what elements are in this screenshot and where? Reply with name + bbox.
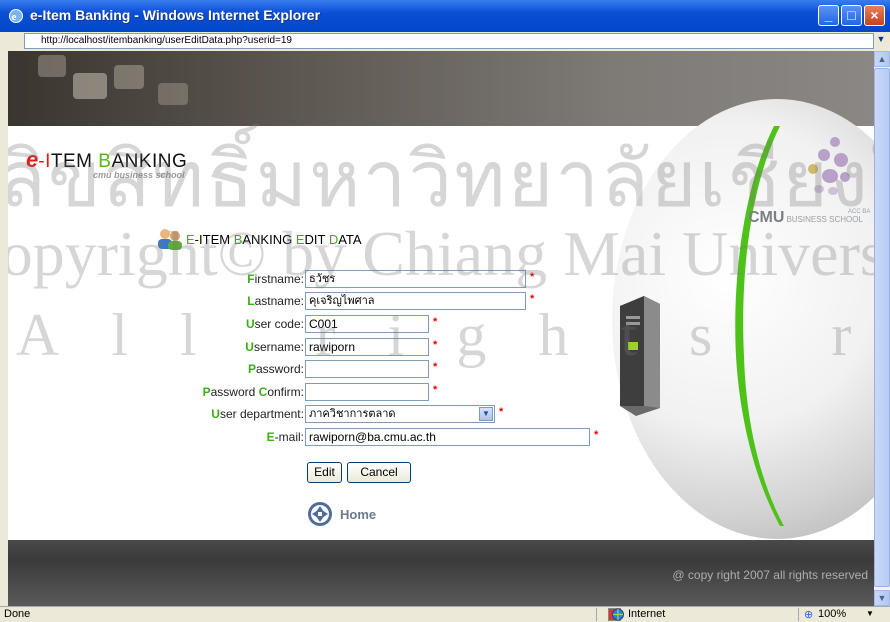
users-icon: [158, 229, 182, 250]
email-label: E-mail:: [266, 430, 304, 444]
required-mark: *: [530, 293, 535, 305]
password-label: Password:: [247, 362, 304, 376]
required-mark: *: [499, 406, 504, 418]
vertical-scrollbar[interactable]: ▲ ▼: [874, 51, 890, 606]
firstname-input[interactable]: ธวัชร: [305, 270, 526, 288]
partner-logo-tag: ACC BA: [848, 209, 871, 215]
green-swoosh-graphic: [735, 126, 784, 526]
user-department-select[interactable]: ภาควิชาการตลาด ▼: [305, 405, 495, 423]
globe-icon: [612, 608, 624, 621]
close-button[interactable]: ×: [864, 5, 885, 26]
lastname-label: Lastname:: [247, 294, 304, 308]
page-viewport: CMU BUSINESS SCHOOL ACC BA e-ITEM BANKING…: [8, 51, 874, 606]
username-input[interactable]: rawiporn: [305, 338, 429, 356]
required-mark: *: [594, 429, 599, 441]
username-label: Username:: [245, 340, 304, 354]
copyright-text: @ copy right 2007 all rights reserved: [672, 568, 868, 582]
lastname-input[interactable]: คุเจริญไพศาล: [305, 292, 526, 310]
chevron-down-icon[interactable]: ▼: [866, 609, 874, 618]
window-title: e-Item Banking - Windows Internet Explor…: [30, 7, 321, 23]
password-input[interactable]: [305, 360, 429, 378]
url-field[interactable]: http://localhost/itembanking/userEditDat…: [24, 33, 874, 49]
scroll-up-button[interactable]: ▲: [874, 51, 890, 67]
internet-explorer-icon: e: [9, 9, 23, 23]
chevron-down-icon[interactable]: ▼: [479, 407, 493, 421]
keyboard-key-image: [158, 83, 188, 105]
required-mark: *: [433, 384, 438, 396]
password-confirm-label: Password Confirm:: [202, 385, 304, 399]
home-link[interactable]: Home: [306, 500, 376, 531]
password-confirm-input[interactable]: [305, 383, 429, 401]
user-code-input[interactable]: C001: [305, 315, 429, 333]
cancel-button[interactable]: Cancel: [347, 462, 411, 483]
keyboard-key-image: [114, 65, 144, 89]
status-bar: Done Internet ⊕ 100% ▼: [0, 606, 890, 622]
minimize-button[interactable]: _: [818, 5, 839, 26]
keyboard-key-image: [38, 55, 66, 77]
address-bar: e http://localhost/itembanking/userEditD…: [0, 32, 890, 52]
site-logo: e-ITEM BANKING cmu business school: [26, 147, 188, 180]
scrollbar-thumb[interactable]: [874, 68, 890, 587]
window-border: [0, 51, 8, 606]
required-mark: *: [433, 316, 438, 328]
window-title-bar[interactable]: e e-Item Banking - Windows Internet Expl…: [0, 0, 890, 32]
home-icon: [308, 502, 332, 526]
svg-text:e: e: [12, 11, 17, 23]
user-department-label: User department:: [211, 407, 304, 421]
edit-button[interactable]: Edit: [307, 462, 342, 483]
required-mark: *: [433, 339, 438, 351]
zoom-level[interactable]: 100%: [818, 608, 846, 620]
keyboard-key-image: [73, 73, 107, 99]
chevron-down-icon[interactable]: ▼: [874, 34, 888, 48]
email-input[interactable]: rawiporn@ba.cmu.ac.th: [305, 428, 590, 446]
scroll-down-button[interactable]: ▼: [874, 590, 890, 606]
maximize-button[interactable]: □: [841, 5, 862, 26]
logo-subtitle: cmu business school: [93, 170, 185, 180]
required-mark: *: [433, 361, 438, 373]
firstname-label: Firstname:: [247, 272, 304, 286]
security-zone: Internet: [628, 608, 666, 620]
partner-logo: CMU BUSINESS SCHOOL: [748, 209, 863, 226]
required-mark: *: [530, 271, 535, 283]
status-text: Done: [4, 608, 31, 620]
user-code-label: User code:: [245, 317, 304, 331]
zoom-icon: ⊕: [804, 609, 814, 621]
form-title: E-ITEM BANKING EDIT DATA: [186, 232, 362, 247]
server-graphic: [620, 296, 660, 416]
